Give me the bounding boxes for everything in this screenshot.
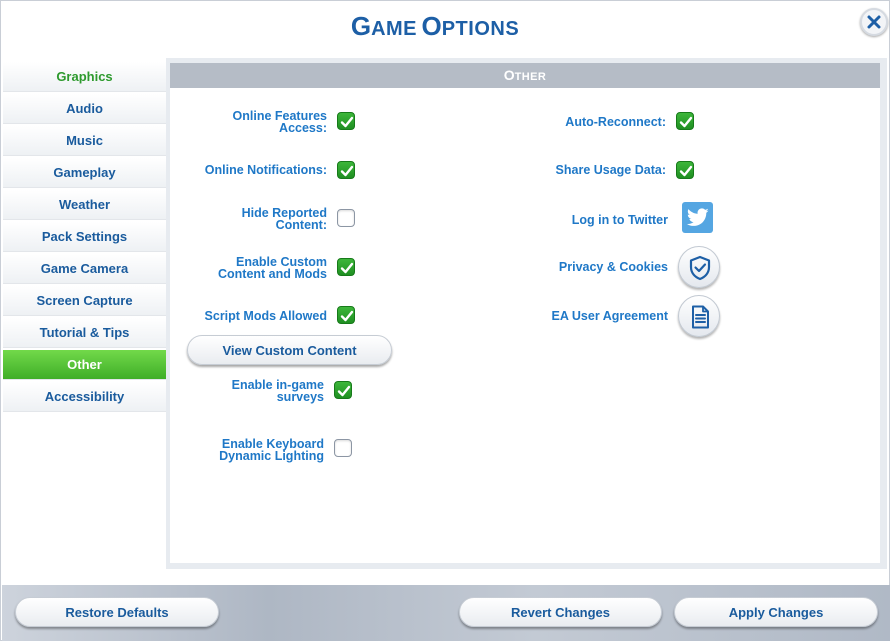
- label-line: Online Notifications:: [204, 163, 327, 177]
- panel-header: OTHER: [170, 63, 880, 88]
- sidebar-item-music[interactable]: Music: [3, 126, 166, 156]
- title-initial: G: [350, 11, 372, 41]
- label-line: Auto-Reconnect:: [565, 115, 666, 129]
- document-icon: [692, 305, 709, 329]
- button-label: Restore Defaults: [65, 604, 169, 620]
- privacy-cookies-button[interactable]: [678, 246, 720, 288]
- twitter-login-label[interactable]: Log in to Twitter: [571, 213, 668, 227]
- button-label: Apply Changes: [728, 604, 824, 620]
- label-line: Privacy & Cookies: [558, 260, 668, 274]
- label-line: Access:: [279, 121, 327, 135]
- hide-reported-checkbox[interactable]: [337, 209, 355, 227]
- apply-changes-button[interactable]: Apply Changes: [674, 597, 878, 627]
- label-line: Dynamic Lighting: [219, 449, 324, 463]
- sidebar-item-gameplay[interactable]: Gameplay: [3, 158, 166, 188]
- close-button[interactable]: [860, 8, 888, 36]
- sidebar-item-label: Accessibility: [44, 389, 125, 404]
- share-usage-checkbox[interactable]: [676, 161, 694, 179]
- sidebar-item-game-camera[interactable]: Game Camera: [3, 254, 166, 284]
- sidebar-item-tutorial-tips[interactable]: Tutorial & Tips: [3, 318, 166, 348]
- header-initial: O: [503, 67, 515, 83]
- checkmark-icon: [679, 116, 693, 128]
- sidebar-item-label: Other: [67, 357, 102, 372]
- sidebar-item-audio[interactable]: Audio: [3, 94, 166, 124]
- twitter-icon: [687, 208, 709, 226]
- options-sidebar: Graphics Audio Music Gameplay Weather Pa…: [3, 62, 166, 414]
- ea-user-agreement-label[interactable]: EA User Agreement: [551, 309, 668, 323]
- label-line: surveys: [276, 390, 324, 404]
- button-label: View Custom Content: [222, 342, 357, 358]
- online-features-label: Online Features Access:: [233, 110, 327, 135]
- sidebar-item-label: Pack Settings: [41, 229, 128, 244]
- sidebar-item-weather[interactable]: Weather: [3, 190, 166, 220]
- header-rest: THER: [514, 71, 547, 83]
- label-line: Content and Mods: [217, 267, 327, 281]
- sidebar-item-accessibility[interactable]: Accessibility: [3, 382, 166, 412]
- game-options-window: GAME OPTIONS Graphics Audio Music Gamepl…: [0, 0, 890, 641]
- online-features-checkbox[interactable]: [337, 112, 355, 130]
- checkmark-icon: [340, 310, 354, 322]
- checkmark-icon: [340, 262, 354, 274]
- custom-content-checkbox[interactable]: [337, 258, 355, 276]
- hide-reported-label: Hide Reported Content:: [242, 207, 327, 232]
- auto-reconnect-label: Auto-Reconnect:: [565, 115, 666, 129]
- script-mods-checkbox[interactable]: [337, 306, 355, 324]
- sidebar-item-label: Gameplay: [53, 165, 116, 180]
- sidebar-item-graphics[interactable]: Graphics: [3, 62, 166, 92]
- label-line: Content:: [275, 218, 327, 232]
- label-line: Script Mods Allowed: [204, 309, 327, 323]
- shield-check-icon: [689, 255, 711, 281]
- twitter-login-button[interactable]: [682, 202, 713, 233]
- sidebar-item-label: Music: [66, 133, 103, 148]
- checkmark-icon: [679, 165, 693, 177]
- sidebar-item-label: Screen Capture: [36, 293, 133, 308]
- sidebar-item-label: Tutorial & Tips: [39, 325, 130, 340]
- sidebar-item-label: Graphics: [56, 69, 113, 84]
- label-line: Log in to Twitter: [571, 213, 668, 227]
- keyboard-lighting-checkbox[interactable]: [334, 439, 352, 457]
- sidebar-item-other[interactable]: Other: [3, 350, 166, 380]
- close-icon: [867, 15, 881, 29]
- sidebar-item-label: Game Camera: [40, 261, 129, 276]
- sidebar-item-label: Audio: [66, 101, 103, 116]
- share-usage-label: Share Usage Data:: [555, 163, 666, 177]
- sidebar-item-label: Weather: [58, 197, 111, 212]
- restore-defaults-button[interactable]: Restore Defaults: [15, 597, 219, 627]
- sidebar-item-pack-settings[interactable]: Pack Settings: [3, 222, 166, 252]
- revert-changes-button[interactable]: Revert Changes: [459, 597, 662, 627]
- sidebar-item-screen-capture[interactable]: Screen Capture: [3, 286, 166, 316]
- checkmark-icon: [337, 385, 351, 397]
- surveys-checkbox[interactable]: [334, 381, 352, 399]
- title-initial: O: [421, 11, 442, 41]
- label-line: EA User Agreement: [551, 309, 668, 323]
- online-notifications-label: Online Notifications:: [204, 163, 327, 177]
- keyboard-lighting-label: Enable Keyboard Dynamic Lighting: [219, 438, 324, 463]
- script-mods-label: Script Mods Allowed: [204, 309, 327, 323]
- online-notifications-checkbox[interactable]: [337, 161, 355, 179]
- window-title: GAME OPTIONS: [1, 11, 869, 42]
- auto-reconnect-checkbox[interactable]: [676, 112, 694, 130]
- privacy-cookies-label[interactable]: Privacy & Cookies: [558, 260, 668, 274]
- title-rest: PTIONS: [441, 18, 520, 40]
- ea-user-agreement-button[interactable]: [678, 295, 720, 337]
- custom-content-label: Enable Custom Content and Mods: [217, 256, 327, 281]
- label-line: Share Usage Data:: [555, 163, 666, 177]
- view-custom-content-button[interactable]: View Custom Content: [187, 335, 392, 365]
- checkmark-icon: [340, 165, 354, 177]
- button-label: Revert Changes: [511, 604, 610, 620]
- surveys-label: Enable in-game surveys: [232, 379, 324, 404]
- checkmark-icon: [340, 116, 354, 128]
- title-rest: AME: [371, 18, 418, 40]
